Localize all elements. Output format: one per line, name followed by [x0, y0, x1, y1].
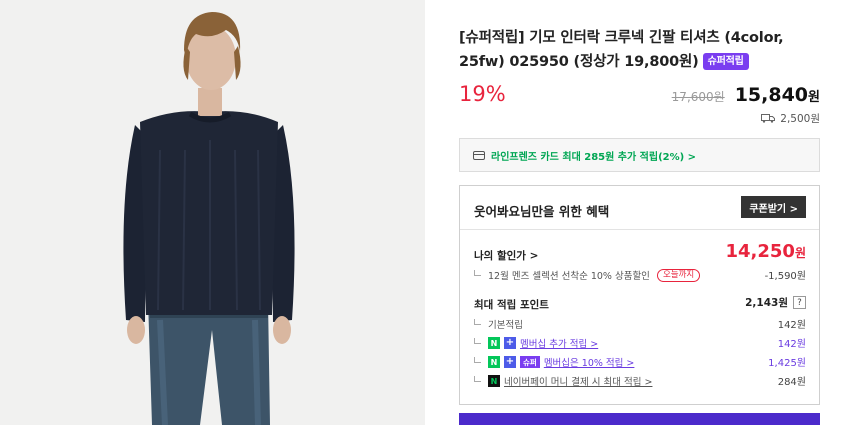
points-row-label: 기본적립: [488, 320, 523, 331]
max-points-total: 2,143원 ?: [745, 295, 806, 310]
tree-elbow-icon: [474, 338, 481, 344]
shipping-fee: 2,500원: [780, 113, 820, 125]
coupon-line-text: 12월 멘즈 셀렉션 선착순 10% 상품할인: [488, 271, 650, 282]
points-row-membership[interactable]: N + 멤버십 추가 적립 >: [474, 336, 598, 350]
model-photo: [0, 0, 425, 425]
shipping-fee-row: 2,500원: [761, 111, 820, 126]
plus-icon: +: [504, 337, 516, 349]
my-discount-price: 14,250원: [725, 241, 806, 262]
tree-elbow-icon: [474, 357, 481, 363]
max-points-value: 2,143원: [745, 297, 788, 309]
original-price: 17,600원: [671, 90, 725, 104]
sale-price-unit: 원: [808, 90, 820, 105]
get-coupon-button[interactable]: 쿠폰받기 >: [741, 196, 806, 218]
points-row-value: 142원: [777, 320, 806, 331]
naver-n-icon: N: [488, 337, 500, 349]
discount-rate: 19%: [459, 82, 506, 106]
tree-elbow-icon: [474, 376, 481, 382]
max-points-label: 최대 적립 포인트: [474, 299, 549, 311]
naver-pay-icon: N: [488, 375, 500, 387]
coupon-line: 12월 멘즈 셀렉션 선착순 10% 상품할인 오늘까지: [474, 268, 701, 282]
points-row-value: 1,425원: [768, 358, 806, 369]
sale-price: 15,840원: [735, 84, 820, 106]
my-discount-price-link[interactable]: 나의 할인가 >: [474, 248, 538, 263]
card-benefit-banner[interactable]: 라인프렌즈 카드 최대 285원 추가 적립(2%) >: [459, 138, 820, 172]
tree-elbow-icon: [474, 270, 481, 276]
truck-icon: [761, 114, 776, 123]
points-row-super[interactable]: N + 슈퍼 멤버십은 10% 적립 >: [474, 355, 634, 369]
tree-elbow-icon: [474, 319, 481, 325]
sale-price-number: 15,840: [734, 84, 809, 106]
product-image[interactable]: [0, 0, 425, 425]
price-row: 17,600원 15,840원: [672, 84, 820, 106]
super-points-badge: 슈퍼적립: [702, 53, 749, 70]
naver-n-icon: N: [488, 356, 500, 368]
card-icon: [473, 150, 485, 160]
points-row-npay[interactable]: N 네이버페이 머니 결제 시 최대 적립 >: [474, 374, 652, 388]
points-row-label[interactable]: 멤버십 추가 적립 >: [520, 336, 598, 350]
coupon-amount: -1,590원: [764, 271, 806, 282]
benefit-box: 웃어봐요님만을 위한 혜택 쿠폰받기 > 나의 할인가 > 14,250원 12…: [459, 185, 820, 405]
benefit-title: 웃어봐요님만을 위한 혜택: [474, 204, 610, 219]
plus-icon: +: [504, 356, 516, 368]
divider: [460, 229, 819, 230]
points-row-label[interactable]: 네이버페이 머니 결제 시 최대 적립 >: [504, 374, 652, 388]
my-price-number: 14,250: [725, 241, 795, 262]
help-icon[interactable]: ?: [793, 296, 806, 309]
today-only-tag: 오늘까지: [656, 268, 701, 282]
buy-bar[interactable]: [459, 413, 820, 425]
product-info: [슈퍼적립] 기모 인터락 크루넥 긴팔 티셔츠 (4color, 25fw) …: [459, 0, 820, 425]
super-badge: 슈퍼: [520, 356, 540, 368]
product-title: [슈퍼적립] 기모 인터락 크루넥 긴팔 티셔츠 (4color, 25fw) …: [459, 26, 820, 74]
points-row-value: 284원: [777, 377, 806, 388]
my-price-unit: 원: [794, 246, 806, 260]
points-row-value: 142원: [777, 339, 806, 350]
card-benefit-text: 라인프렌즈 카드 최대 285원 추가 적립(2%) >: [491, 151, 697, 163]
points-row-label[interactable]: 멤버십은 10% 적립 >: [544, 355, 635, 369]
points-row-basic: 기본적립: [474, 317, 523, 331]
product-page: [슈퍼적립] 기모 인터락 크루넥 긴팔 티셔츠 (4color, 25fw) …: [0, 0, 850, 425]
